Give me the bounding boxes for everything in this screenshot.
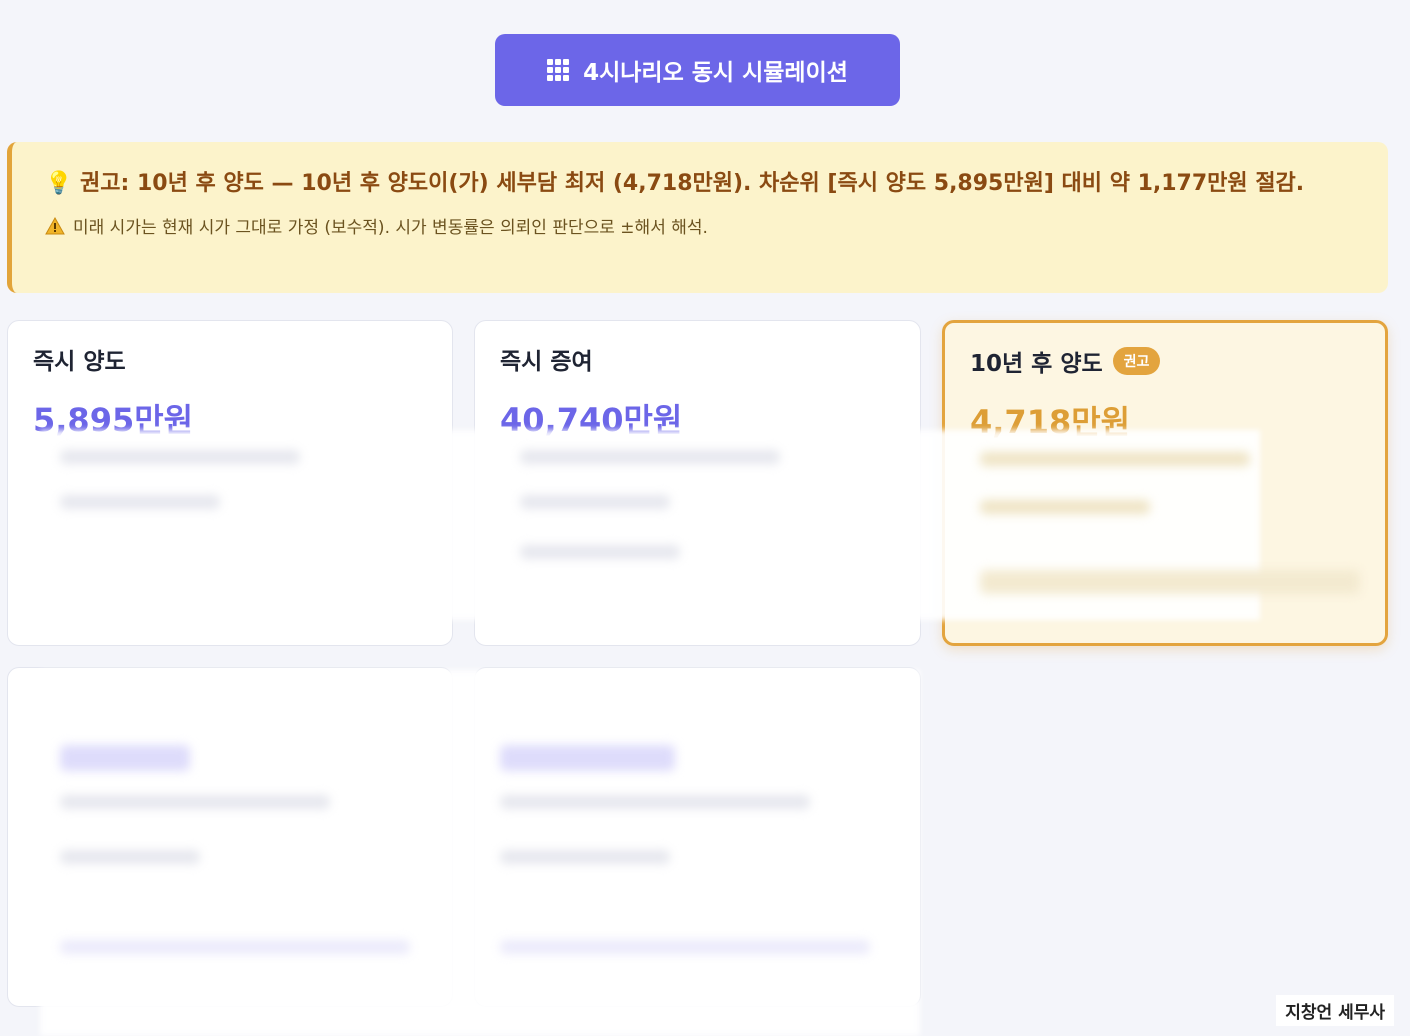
blurred-detail: [520, 495, 670, 509]
page: 4시나리오 동시 시뮬레이션 💡 권고: 10년 후 양도 — 10년 후 양도…: [0, 0, 1410, 1036]
blurred-detail: [980, 500, 1150, 514]
blurred-amount: [500, 745, 675, 771]
blurred-detail: [60, 940, 410, 954]
watermark-label: 지창언 세무사: [1276, 995, 1394, 1026]
scenario-title: 즉시 양도: [33, 349, 126, 375]
blurred-detail: [60, 495, 220, 509]
scenario-title: 10년 후 양도 권고: [970, 347, 1360, 377]
simulate-4-scenarios-button[interactable]: 4시나리오 동시 시뮬레이션: [495, 34, 900, 106]
blurred-detail: [500, 850, 670, 864]
blurred-detail: [980, 452, 1250, 466]
advice-note: 미래 시가는 현재 시가 그대로 가정 (보수적). 시가 변동률은 의뢰인 판…: [45, 213, 1360, 238]
simulate-button-label: 4시나리오 동시 시뮬레이션: [583, 60, 848, 86]
blurred-detail: [520, 450, 780, 464]
blurred-detail: [60, 850, 200, 864]
warning-icon: [45, 216, 65, 234]
blurred-detail: [60, 795, 330, 809]
blurred-detail: [500, 940, 870, 954]
blurred-amount: [60, 745, 190, 771]
blurred-detail: [60, 450, 300, 464]
advice-banner: 💡 권고: 10년 후 양도 — 10년 후 양도이(가) 세부담 최저 (4,…: [7, 142, 1388, 293]
advice-note-text: 미래 시가는 현재 시가 그대로 가정 (보수적). 시가 변동률은 의뢰인 판…: [73, 218, 708, 238]
grid-icon: [547, 59, 570, 81]
blurred-detail: [980, 570, 1360, 594]
blurred-detail: [500, 795, 810, 809]
scenario-title: 즉시 증여: [500, 349, 593, 375]
recommend-badge: 권고: [1112, 347, 1161, 375]
advice-main-text: 💡 권고: 10년 후 양도 — 10년 후 양도이(가) 세부담 최저 (4,…: [45, 171, 1305, 196]
blurred-detail: [520, 545, 680, 559]
